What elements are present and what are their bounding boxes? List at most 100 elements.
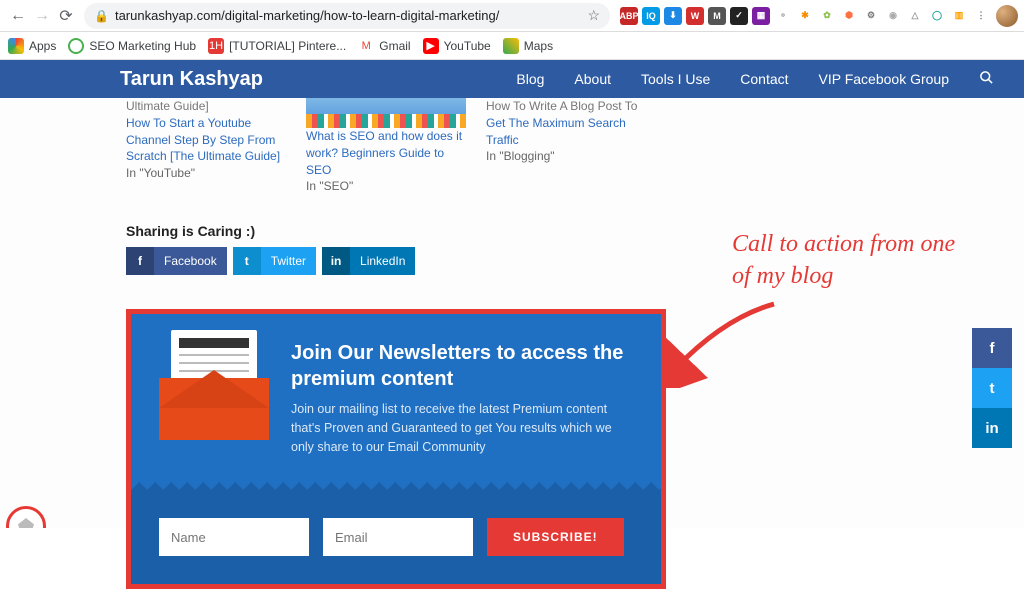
cta-heading: Join Our Newsletters to access the premi… [291, 340, 633, 392]
bookmark-apps[interactable]: Apps [8, 38, 56, 54]
page-body: Ultimate Guide] How To Start a Youtube C… [0, 98, 1024, 528]
subscribe-button[interactable]: SUBSCRIBE! [487, 518, 624, 556]
back-button[interactable]: ← [6, 4, 30, 28]
apps-icon [8, 38, 24, 54]
ext-dot-icon[interactable]: ⚬ [774, 7, 792, 25]
linkedin-icon: in [322, 247, 350, 275]
lock-icon: 🔒 [94, 9, 109, 23]
bookmark-gmail[interactable]: M Gmail [358, 38, 410, 54]
maps-icon [503, 38, 519, 54]
site-header: Tarun Kashyap Blog About Tools I Use Con… [0, 60, 1024, 98]
side-twitter-button[interactable]: t [972, 368, 1012, 408]
ext-m-icon[interactable]: M [708, 7, 726, 25]
search-icon[interactable] [979, 70, 994, 89]
ext-download-icon[interactable]: ⬇ [664, 7, 682, 25]
ext-hex-icon[interactable]: ⬢ [840, 7, 858, 25]
ext-star-icon[interactable]: ✱ [796, 7, 814, 25]
ext-circle-icon[interactable]: ◉ [884, 7, 902, 25]
cta-body: Join our mailing list to receive the lat… [291, 400, 633, 456]
extension-icons: ABP IQ ⬇ W M ✓ ▦ ⚬ ✱ ✿ ⬢ ⚙ ◉ △ ◯ ▥ ⋮ [616, 7, 990, 25]
bookmark-pinterest[interactable]: 1H [TUTORIAL] Pintere... [208, 38, 346, 54]
nav-contact[interactable]: Contact [740, 71, 788, 87]
related-category: In "Blogging" [486, 148, 646, 165]
bookmark-maps[interactable]: Maps [503, 38, 553, 54]
notification-bell-widget[interactable] [4, 500, 48, 528]
ext-tri-icon[interactable]: △ [906, 7, 924, 25]
annotation-text: Call to action from one of my blog [732, 228, 962, 293]
ext-iq-icon[interactable]: IQ [642, 7, 660, 25]
bookmark-label: [TUTORIAL] Pintere... [229, 39, 346, 53]
ext-check-icon[interactable]: ✓ [730, 7, 748, 25]
bookmark-label: SEO Marketing Hub [89, 39, 196, 53]
forward-button[interactable]: → [30, 4, 54, 28]
url-text: tarunkashyap.com/digital-marketing/how-t… [115, 8, 587, 23]
nav-blog[interactable]: Blog [516, 71, 544, 87]
nav-tools[interactable]: Tools I Use [641, 71, 710, 87]
related-post-2: What is SEO and how does it work? Beginn… [306, 98, 466, 195]
ext-ring-icon[interactable]: ◯ [928, 7, 946, 25]
seo-icon [68, 38, 84, 54]
ext-grid-icon[interactable]: ▦ [752, 7, 770, 25]
ext-bars-icon[interactable]: ▥ [950, 7, 968, 25]
share-label: Twitter [261, 247, 316, 275]
related-post-1: Ultimate Guide] How To Start a Youtube C… [126, 98, 286, 195]
nav-about[interactable]: About [574, 71, 611, 87]
bookmark-youtube[interactable]: ▶ YouTube [423, 38, 491, 54]
related-link[interactable]: Get The Maximum Search Traffic [486, 116, 626, 147]
site-brand[interactable]: Tarun Kashyap [0, 68, 380, 91]
floating-share-bar: f t in [972, 328, 1012, 448]
bookmark-label: Apps [29, 39, 56, 53]
bookmarks-bar: Apps SEO Marketing Hub 1H [TUTORIAL] Pint… [0, 32, 1024, 60]
facebook-icon: f [126, 247, 154, 275]
share-facebook-button[interactable]: fFacebook [126, 247, 227, 275]
profile-avatar[interactable] [996, 5, 1018, 27]
newsletter-cta: Join Our Newsletters to access the premi… [126, 309, 666, 589]
share-label: Facebook [154, 247, 227, 275]
related-link[interactable]: What is SEO and how does it work? Beginn… [306, 129, 462, 177]
chrome-menu-icon[interactable]: ⋮ [972, 7, 990, 25]
related-thumbnail[interactable] [306, 98, 466, 128]
bookmark-seo[interactable]: SEO Marketing Hub [68, 38, 196, 54]
related-cutoff-text: Ultimate Guide] [126, 98, 286, 115]
cta-top: Join Our Newsletters to access the premi… [131, 314, 661, 482]
related-post-3: How To Write A Blog Post To Get The Maxi… [486, 98, 646, 195]
browser-toolbar: ← → ⟳ 🔒 tarunkashyap.com/digital-marketi… [0, 0, 1024, 32]
nav-vip[interactable]: VIP Facebook Group [819, 71, 949, 87]
related-category: In "SEO" [306, 178, 466, 195]
reload-button[interactable]: ⟳ [54, 4, 78, 28]
sharing-label: Sharing is Caring :) [126, 223, 666, 239]
cta-divider [131, 482, 661, 496]
share-buttons: fFacebook tTwitter inLinkedIn [126, 247, 666, 275]
cta-form: SUBSCRIBE! [131, 496, 661, 584]
youtube-icon: ▶ [423, 38, 439, 54]
related-posts: Ultimate Guide] How To Start a Youtube C… [126, 98, 666, 195]
side-facebook-button[interactable]: f [972, 328, 1012, 368]
ext-flower-icon[interactable]: ✿ [818, 7, 836, 25]
bookmark-label: YouTube [444, 39, 491, 53]
related-category: In "YouTube" [126, 165, 286, 182]
related-cutoff-text: How To Write A Blog Post To [486, 98, 646, 115]
name-input[interactable] [159, 518, 309, 556]
share-label: LinkedIn [350, 247, 415, 275]
envelope-icon [159, 340, 269, 440]
pint-icon: 1H [208, 38, 224, 54]
twitter-icon: t [233, 247, 261, 275]
ext-gear-icon[interactable]: ⚙ [862, 7, 880, 25]
address-bar[interactable]: 🔒 tarunkashyap.com/digital-marketing/how… [84, 3, 610, 29]
primary-menu: Blog About Tools I Use Contact VIP Faceb… [516, 70, 994, 89]
annotation-arrow-icon [664, 298, 784, 388]
email-input[interactable] [323, 518, 473, 556]
bookmark-label: Gmail [379, 39, 410, 53]
ext-abp-icon[interactable]: ABP [620, 7, 638, 25]
article-content: Ultimate Guide] How To Start a Youtube C… [126, 98, 666, 589]
share-twitter-button[interactable]: tTwitter [233, 247, 316, 275]
share-linkedin-button[interactable]: inLinkedIn [322, 247, 415, 275]
bookmark-star-icon[interactable]: ☆ [587, 7, 600, 24]
ext-w-icon[interactable]: W [686, 7, 704, 25]
related-link[interactable]: How To Start a Youtube Channel Step By S… [126, 116, 280, 164]
bookmark-label: Maps [524, 39, 553, 53]
gmail-icon: M [358, 38, 374, 54]
cta-text: Join Our Newsletters to access the premi… [291, 340, 633, 456]
sharing-block: Sharing is Caring :) fFacebook tTwitter … [126, 223, 666, 275]
side-linkedin-button[interactable]: in [972, 408, 1012, 448]
